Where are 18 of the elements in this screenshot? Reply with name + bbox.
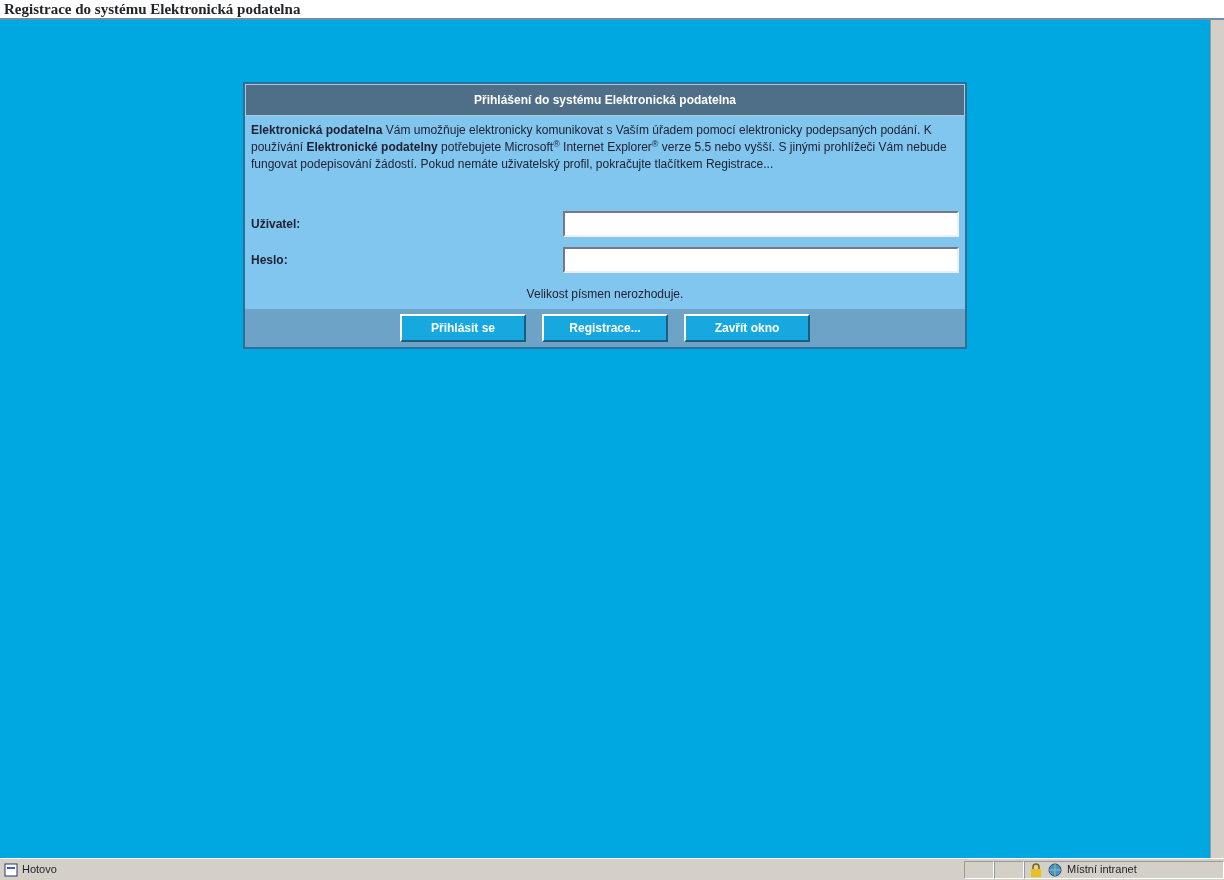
field-label: Heslo: xyxy=(251,252,289,269)
input-field[interactable] xyxy=(563,247,959,273)
globe-icon xyxy=(1047,862,1063,877)
page-icon xyxy=(4,862,18,877)
input-field[interactable] xyxy=(563,211,959,237)
page-title: Registrace do systému Elektronická podatelna xyxy=(3,0,302,18)
status-panel xyxy=(964,860,994,879)
intro-text: Elektronická podatelna Vám umožňuje elektronicky komunikovat s Vaším úřadem pomocí elektronicky podepsaných podání. K používání Elektronické podatelny potřebujete Microsoft$^{®}$ Internet Explorer$^{®}$ verze 5.5 nebo vyšší. S jinými prohlížeči Vám nebude fungovat podepisování žádostí. Pokud nemáte uživatelský profil, pokračujte tlačítkem Registrace... xyxy=(250,122,948,173)
scrollbar[interactable] xyxy=(1210,20,1224,858)
note-text: Velikost písmen nerozhoduje. xyxy=(525,286,685,303)
zone-text: Místní intranet xyxy=(1067,862,1137,878)
dialog-title: Přihlášení do systému Elektronická podatelna xyxy=(245,84,965,116)
status-text: Hotovo xyxy=(22,862,57,878)
dialog-button[interactable]: Přihlásit se xyxy=(400,314,526,342)
dialog-button[interactable]: Registrace... xyxy=(542,314,668,342)
field-label: Uživatel: xyxy=(251,216,302,233)
lock-icon xyxy=(1029,862,1043,877)
dialog-button[interactable]: Zavřít okno xyxy=(684,314,810,342)
